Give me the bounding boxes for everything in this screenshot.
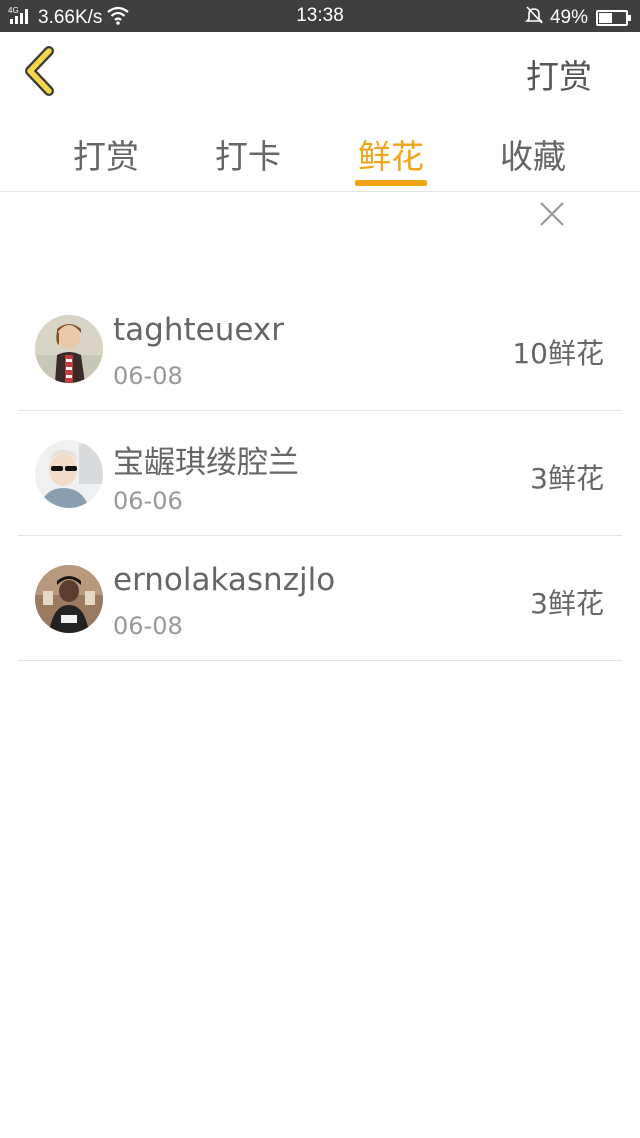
tab-flowers[interactable]: 鲜花 [331,130,451,178]
battery-percent: 49% [549,7,588,28]
user-date: 06-08 [113,362,183,390]
tab-favorites[interactable]: 收藏 [473,130,593,178]
user-date: 06-08 [113,612,183,640]
status-right: 49% [524,5,631,31]
flower-count: 10鲜花 [512,337,604,370]
user-name: taghteuexr [113,312,284,348]
flower-count: 3鲜花 [530,462,604,495]
close-icon[interactable] [538,200,566,228]
battery-fill [599,13,612,23]
list-item[interactable]: taghteuexr 06-08 10鲜花 [18,286,622,411]
avatar[interactable] [35,315,103,383]
user-name: ernolakasnzjlo [113,562,336,598]
nav-bar: 打赏 [0,32,640,110]
flower-count: 3鲜花 [530,587,604,620]
reward-button[interactable]: 打赏 [526,50,592,98]
avatar[interactable] [35,440,103,508]
chevron-left-icon [25,46,54,96]
list-item[interactable]: 宝龌琪缕腔兰 06-06 3鲜花 [18,411,622,536]
avatar[interactable] [35,565,103,633]
tab-bar: 打赏 打卡 鲜花 收藏 [0,112,640,192]
bell-muted-icon [524,5,544,31]
list-item[interactable]: ernolakasnzjlo 06-08 3鲜花 [18,536,622,661]
user-name: 宝龌琪缕腔兰 [113,445,299,481]
tab-checkin[interactable]: 打卡 [188,130,308,178]
status-bar: 4G 3.66K/s 13:38 49% [0,0,640,32]
flower-list: taghteuexr 06-08 10鲜花 宝龌琪缕腔兰 06-06 3鲜花 e… [18,286,622,661]
back-button[interactable] [18,44,68,100]
user-date: 06-06 [113,487,183,515]
tab-reward[interactable]: 打赏 [46,130,166,178]
battery-icon [596,10,631,26]
active-tab-indicator [355,180,427,186]
